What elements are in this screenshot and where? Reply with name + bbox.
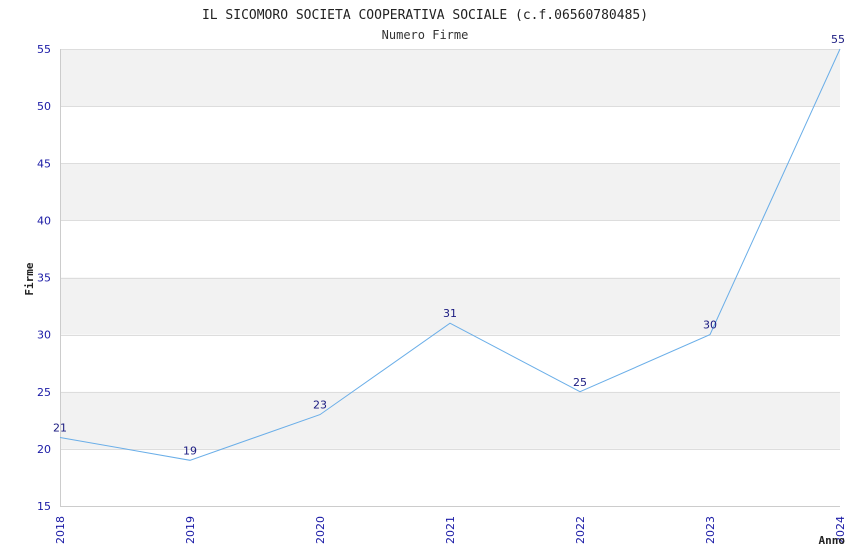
data-label: 21 xyxy=(53,421,67,434)
y-tick-label: 40 xyxy=(37,214,51,227)
chart-title: IL SICOMORO SOCIETA COOPERATIVA SOCIALE … xyxy=(202,8,648,23)
data-label: 19 xyxy=(183,444,197,457)
x-tick-label: 2019 xyxy=(184,516,197,544)
y-tick-labels: 15 20 25 30 35 40 45 50 55 xyxy=(37,43,51,513)
line-chart: IL SICOMORO SOCIETA COOPERATIVA SOCIALE … xyxy=(23,8,847,547)
y-tick-label: 25 xyxy=(37,386,51,399)
x-tick-label: 2023 xyxy=(704,516,717,544)
x-axis-label: Anno xyxy=(819,534,846,547)
y-axis-label: Firme xyxy=(23,262,36,295)
y-tick-label: 20 xyxy=(37,443,51,456)
x-tick-label: 2021 xyxy=(444,516,457,544)
x-tick-label: 2020 xyxy=(314,516,327,544)
y-tick-label: 35 xyxy=(37,272,51,285)
data-label: 30 xyxy=(703,319,717,332)
grid-band xyxy=(60,49,840,107)
data-label: 25 xyxy=(573,376,587,389)
y-tick-label: 30 xyxy=(37,329,51,342)
plot-bands xyxy=(60,49,840,449)
grid-band xyxy=(60,163,840,221)
grid-band xyxy=(60,391,840,449)
data-label: 23 xyxy=(313,399,327,412)
x-tick-label: 2022 xyxy=(574,516,587,544)
y-tick-label: 55 xyxy=(37,43,51,56)
chart-subtitle: Numero Firme xyxy=(382,28,469,42)
y-tick-label: 15 xyxy=(37,500,51,513)
data-label: 55 xyxy=(831,33,845,46)
x-tick-label: 2018 xyxy=(54,516,67,544)
y-tick-label: 50 xyxy=(37,100,51,113)
data-label: 31 xyxy=(443,307,457,320)
y-tick-label: 45 xyxy=(37,157,51,170)
x-tick-labels: 2018 2019 2020 2021 2022 2023 2024 xyxy=(54,516,847,544)
